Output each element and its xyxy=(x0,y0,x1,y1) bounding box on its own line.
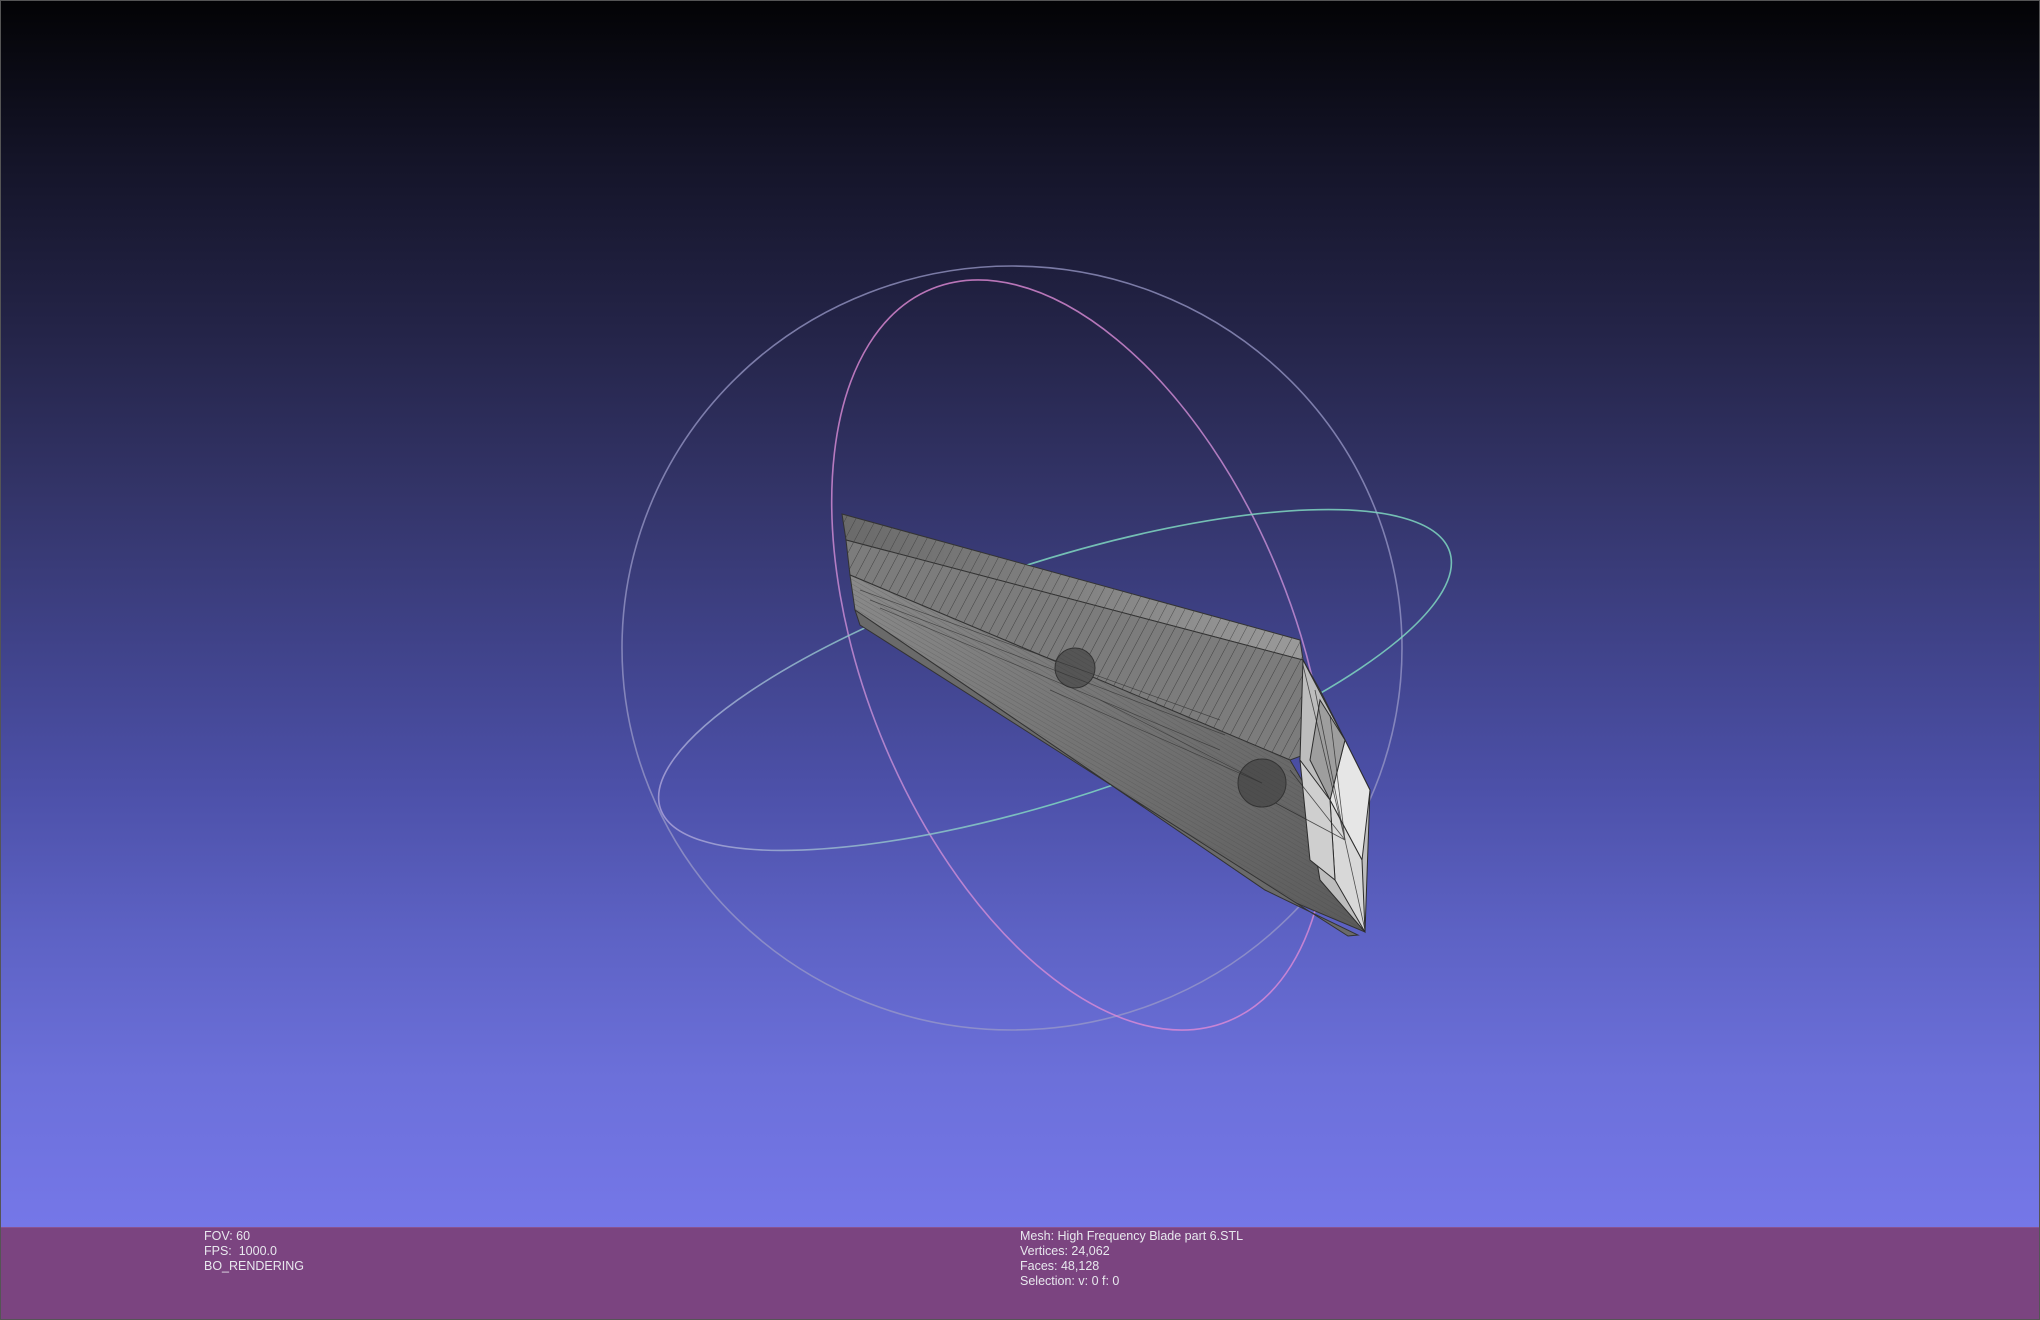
faces-label: Faces: 48,128 xyxy=(1020,1259,1100,1273)
render-status-panel: FOV: 60 FPS: 1000.0 BO_RENDERING xyxy=(204,1229,304,1274)
render-mode-label: BO_RENDERING xyxy=(204,1259,305,1273)
3d-viewport[interactable] xyxy=(0,0,2040,1227)
fps-label: FPS: 1000.0 xyxy=(204,1244,277,1258)
blade-mesh[interactable] xyxy=(841,513,1371,937)
selection-label: Selection: v: 0 f: 0 xyxy=(1020,1274,1120,1288)
mesh-info-panel: Mesh: High Frequency Blade part 6.STL Ve… xyxy=(1020,1229,1243,1289)
mesh-name-label: Mesh: High Frequency Blade part 6.STL xyxy=(1020,1229,1244,1243)
viewport-canvas[interactable] xyxy=(0,0,2040,1227)
fov-label: FOV: 60 xyxy=(204,1229,251,1243)
vertices-label: Vertices: 24,062 xyxy=(1020,1244,1110,1258)
meshlab-window: FOV: 60 FPS: 1000.0 BO_RENDERING Mesh: H… xyxy=(0,0,2040,1320)
